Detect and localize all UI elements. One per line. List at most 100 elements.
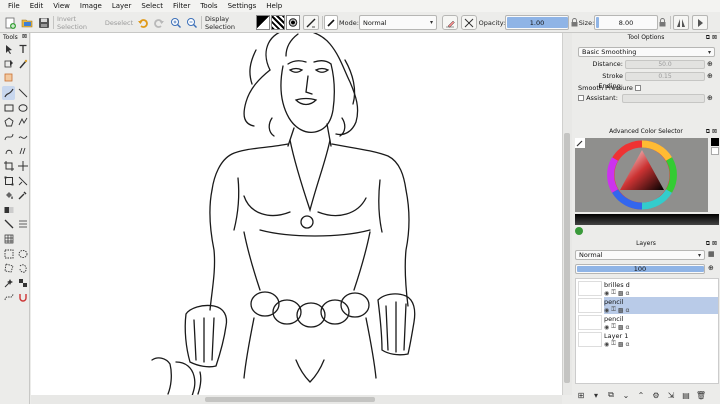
layer-opacity-lock-icon[interactable]: ⊕ [708,264,714,272]
dropdown-icon[interactable]: ▾ [590,391,602,400]
stroke-ending-lock-icon[interactable]: ⊕ [707,72,713,80]
size-slider[interactable]: 8.00 [594,15,658,30]
lock-icon[interactable]: ⚿ [611,306,616,314]
duplicate-layer-icon[interactable]: ⧉ [605,390,617,400]
assistant-lock-icon[interactable]: ⊕ [707,94,713,102]
horizontal-scroll-thumb[interactable] [205,397,375,402]
menu-select[interactable]: Select [136,0,168,12]
multibrush-icon[interactable] [16,144,29,159]
mirror-horizontal-icon[interactable] [673,15,689,30]
reference-tool-icon[interactable] [16,217,29,232]
grid-tool-icon[interactable] [2,232,15,247]
contiguous-select-icon[interactable] [2,276,15,291]
menu-filter[interactable]: Filter [168,0,195,12]
blend-mode-select[interactable]: Normal ▾ [359,15,437,30]
close-icon[interactable]: ⊠ [712,239,717,249]
visibility-icon[interactable]: ◉ [604,307,609,314]
edit-shapes-icon[interactable] [2,57,15,72]
alpha-icon[interactable]: ▩ [618,341,624,348]
lock-icon[interactable]: ⚿ [611,323,616,331]
alpha-icon[interactable]: ▩ [618,324,624,331]
text-tool-icon[interactable] [16,42,29,57]
opacity-slider[interactable]: 1.00 [505,15,569,30]
dynamic-brush-icon[interactable] [2,144,15,159]
foreground-color-swatch[interactable] [711,138,719,146]
freehand-select-icon[interactable] [16,261,29,276]
polygon-tool-icon[interactable] [2,115,15,130]
layer-blend-select[interactable]: Normal ▾ [575,250,705,260]
magnetic-select-icon[interactable] [16,290,29,305]
assistant-checkbox[interactable] [578,95,584,101]
brush-preset-icon[interactable] [324,15,338,30]
fill-pattern-icon[interactable] [303,15,319,30]
close-icon[interactable]: ⊠ [712,127,717,137]
menu-layer[interactable]: Layer [107,0,137,12]
lock-icon[interactable]: ⚿ [611,289,616,297]
inherit-alpha-icon[interactable]: α [626,341,630,348]
float-icon[interactable]: ⧉ [706,239,710,249]
crop-tool-icon[interactable] [2,159,15,174]
menu-image[interactable]: Image [75,0,107,12]
opacity-lock-icon[interactable] [570,15,579,30]
redo-icon[interactable] [151,15,166,30]
similar-select-icon[interactable] [16,276,29,291]
select-shapes-icon[interactable] [2,42,15,57]
menu-edit[interactable]: Edit [25,0,49,12]
color-wheel[interactable] [575,138,708,212]
size-lock-icon[interactable] [658,15,667,30]
add-layer-icon[interactable]: ⊞ [575,391,587,400]
polyline-tool-icon[interactable] [16,115,29,130]
ellipse-select-icon[interactable] [16,246,29,261]
alpha-icon[interactable]: ▩ [618,307,624,314]
color-tool-icon[interactable] [575,138,585,148]
eraser-mode-icon[interactable] [442,15,458,30]
layer-row[interactable]: pencil ◉ ⚿ ▩ α [604,314,718,331]
menu-help[interactable]: Help [261,0,287,12]
layer-opacity-slider[interactable]: 100 [575,264,705,274]
menu-tools[interactable]: Tools [195,0,222,12]
assistant-magnetism-slider[interactable] [622,94,705,103]
layer-row-active[interactable]: pencil ◉ ⚿ ▩ α [604,297,718,314]
display-selection-button[interactable]: Display Selection [205,15,253,31]
menu-settings[interactable]: Settings [223,0,262,12]
inherit-alpha-icon[interactable]: α [626,307,630,314]
close-icon[interactable]: ⊠ [712,33,717,43]
bezier-select-icon[interactable] [2,290,15,305]
menu-view[interactable]: View [48,0,75,12]
transform-tool-icon[interactable] [2,173,15,188]
line-tool-icon[interactable] [16,86,29,101]
menu-file[interactable]: File [3,0,25,12]
zoom-in-icon[interactable] [168,15,183,30]
calligraphy-icon[interactable] [16,57,29,72]
distance-slider[interactable]: 50.0 [625,60,705,69]
freehand-brush-icon[interactable] [2,85,15,101]
color-swap-icon[interactable] [256,15,270,30]
layer-row[interactable]: Layer 1 ◉ ⚿ ▩ α [604,331,718,348]
color-picker-icon[interactable] [16,188,29,203]
refresh-icon[interactable] [575,227,583,235]
deselect-button[interactable]: Deselect [105,15,133,30]
smoothing-select[interactable]: Basic Smoothing ▾ [578,47,715,57]
preserve-alpha-icon[interactable] [461,15,477,30]
vertical-scroll-thumb[interactable] [564,133,570,383]
bezier-tool-icon[interactable] [2,130,15,145]
color-selector-area[interactable] [575,138,708,212]
transform-icon[interactable] [2,71,15,86]
invert-selection-button[interactable]: Invert Selection [57,15,102,31]
smooth-pressure-checkbox[interactable] [634,85,641,91]
assistant-tool-icon[interactable] [16,173,29,188]
float-icon[interactable]: ⧉ [706,33,710,43]
undo-icon[interactable] [135,15,150,30]
move-down-icon[interactable]: ⌄ [620,391,632,400]
save-icon[interactable] [36,15,51,30]
properties-icon[interactable]: ⚙ [650,391,662,400]
distance-lock-icon[interactable]: ⊕ [707,60,713,68]
move-tool-icon[interactable] [16,159,29,174]
more-tools-icon[interactable] [692,15,708,30]
new-document-icon[interactable] [2,15,17,30]
ellipse-tool-icon[interactable] [16,100,29,115]
rectangle-tool-icon[interactable] [2,100,15,115]
zoom-out-icon[interactable] [184,15,199,30]
lock-icon[interactable]: ⚿ [611,340,616,348]
close-icon[interactable]: ⊠ [22,33,27,40]
